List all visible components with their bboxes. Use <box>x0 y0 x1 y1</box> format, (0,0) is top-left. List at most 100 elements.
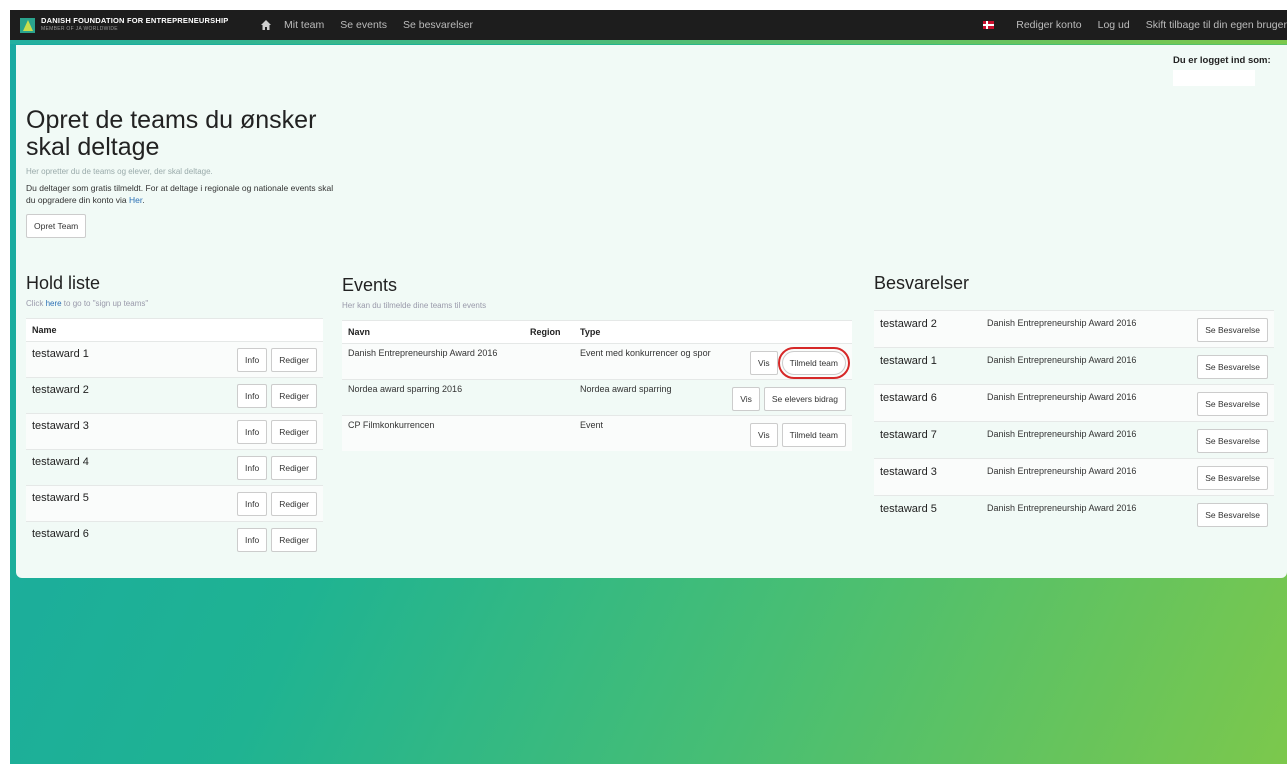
info-button[interactable]: Info <box>237 348 268 372</box>
besvarelser-section: Besvarelser testaward 2 Danish Entreprene… <box>874 273 1274 532</box>
view-answer-button[interactable]: Se Besvarelse <box>1197 429 1268 453</box>
answer-event: Danish Entrepreneurship Award 2016 <box>981 421 1175 459</box>
event-region <box>524 415 574 451</box>
events-section: Events Her kan du tilmelde dine teams ti… <box>342 275 852 451</box>
page-title: Opret de teams du ønsker skal deltage <box>26 106 317 161</box>
view-answer-button[interactable]: Se Besvarelse <box>1197 318 1268 342</box>
nav-log-ud[interactable]: Log ud <box>1098 19 1130 31</box>
logged-in-user <box>1173 70 1255 86</box>
column-header-region: Region <box>524 320 574 344</box>
event-type: Event <box>574 415 720 451</box>
besvarelser-table: testaward 2 Danish Entrepreneurship Award… <box>874 310 1274 532</box>
table-row: testaward 5 Danish Entrepreneurship Award… <box>874 495 1274 532</box>
answer-team: testaward 1 <box>874 347 981 385</box>
answer-team: testaward 6 <box>874 384 981 422</box>
logged-in-label: Du er logget ind som: <box>1173 55 1271 66</box>
upgrade-notice: Du deltager som gratis tilmeldt. For at … <box>26 183 334 205</box>
team-name: testaward 5 <box>26 485 151 522</box>
team-name: testaward 6 <box>26 521 151 557</box>
answer-team: testaward 3 <box>874 458 981 496</box>
logo-mark-icon <box>20 17 35 33</box>
upgrade-link[interactable]: Her <box>129 195 142 205</box>
brand-tagline: MEMBER OF JA WORLDWIDE <box>41 26 118 32</box>
answer-event: Danish Entrepreneurship Award 2016 <box>981 347 1175 385</box>
table-row: testaward 2 Info Rediger <box>26 377 323 414</box>
vis-button[interactable]: Vis <box>732 387 760 411</box>
view-answer-button[interactable]: Se Besvarelse <box>1197 503 1268 527</box>
answer-event: Danish Entrepreneurship Award 2016 <box>981 458 1175 496</box>
main-panel: Du er logget ind som: Opret de teams du … <box>16 45 1287 578</box>
nav-se-besvarelser[interactable]: Se besvarelser <box>403 19 473 31</box>
info-button[interactable]: Info <box>237 420 268 444</box>
table-row: testaward 5 Info Rediger <box>26 485 323 522</box>
table-row: testaward 6 Info Rediger <box>26 521 323 557</box>
team-list-hint: Click here to go to "sign up teams" <box>26 299 149 308</box>
vis-button[interactable]: Vis <box>750 351 778 375</box>
create-team-button[interactable]: Opret Team <box>26 214 87 238</box>
edit-button[interactable]: Rediger <box>271 456 317 480</box>
table-row: testaward 7 Danish Entrepreneurship Award… <box>874 421 1274 459</box>
column-header-name: Name <box>26 318 323 342</box>
navbar-accent-strip <box>10 40 1287 44</box>
table-row: testaward 3 Info Rediger <box>26 413 323 450</box>
answer-event: Danish Entrepreneurship Award 2016 <box>981 310 1175 348</box>
edit-button[interactable]: Rediger <box>271 528 317 552</box>
hero-section: Opret de teams du ønsker skal deltage He… <box>26 107 336 238</box>
team-name: testaward 1 <box>26 341 151 378</box>
edit-button[interactable]: Rediger <box>271 492 317 516</box>
sign-up-teams-link[interactable]: here <box>46 299 62 308</box>
table-row: testaward 1 Info Rediger <box>26 341 323 378</box>
team-table: Name testaward 1 Info Rediger testaward 2I… <box>26 318 323 557</box>
table-row: testaward 4 Info Rediger <box>26 449 323 486</box>
event-name: Nordea award sparring 2016 <box>342 379 524 416</box>
view-answer-button[interactable]: Se Besvarelse <box>1197 466 1268 490</box>
table-row: Danish Entrepreneurship Award 2016 Event… <box>342 343 852 380</box>
info-button[interactable]: Info <box>237 456 268 480</box>
answer-team: testaward 7 <box>874 421 981 459</box>
info-button[interactable]: Info <box>237 384 268 408</box>
team-list-section: Hold liste Click here to go to "sign up … <box>26 273 323 557</box>
team-list-title: Hold liste <box>26 273 101 293</box>
event-name: CP Filmkonkurrencen <box>342 415 524 451</box>
events-table: Navn Region Type Danish Entrepreneurship… <box>342 320 852 451</box>
event-region <box>524 343 574 380</box>
info-button[interactable]: Info <box>237 492 268 516</box>
answer-event: Danish Entrepreneurship Award 2016 <box>981 495 1175 532</box>
events-title: Events <box>342 275 398 295</box>
edit-button[interactable]: Rediger <box>271 420 317 444</box>
team-name: testaward 4 <box>26 449 151 486</box>
answer-team: testaward 5 <box>874 495 981 532</box>
edit-button[interactable]: Rediger <box>271 384 317 408</box>
event-type: Event med konkurrencer og spor <box>574 343 720 380</box>
nav-mit-team[interactable]: Mit team <box>284 19 324 31</box>
column-header-type: Type <box>574 320 720 344</box>
table-row: testaward 3 Danish Entrepreneurship Award… <box>874 458 1274 496</box>
event-type: Nordea award sparring <box>574 379 720 416</box>
events-hint: Her kan du tilmelde dine teams til event… <box>342 301 487 310</box>
signup-team-button[interactable]: Tilmeld team <box>781 423 846 447</box>
view-answer-button[interactable]: Se Besvarelse <box>1197 355 1268 379</box>
page-subtitle: Her opretter du de teams og elever, der … <box>26 167 213 176</box>
home-icon[interactable] <box>260 19 272 31</box>
signup-team-button[interactable]: Tilmeld team <box>777 347 851 379</box>
answer-team: testaward 2 <box>874 310 981 348</box>
team-name: testaward 3 <box>26 413 151 450</box>
brand-logo[interactable]: DANISH FOUNDATION FOR ENTREPRENEURSHIP M… <box>20 16 240 34</box>
brand-name: DANISH FOUNDATION FOR ENTREPRENEURSHIP <box>41 16 229 25</box>
team-name: testaward 2 <box>26 377 151 414</box>
besvarelser-title: Besvarelser <box>874 273 970 293</box>
table-row: testaward 2 Danish Entrepreneurship Award… <box>874 310 1274 348</box>
view-student-contributions-button[interactable]: Se elevers bidrag <box>763 387 846 411</box>
info-button[interactable]: Info <box>237 528 268 552</box>
nav-skift-bruger[interactable]: Skift tilbage til din egen bruger <box>1146 19 1287 31</box>
event-name: Danish Entrepreneurship Award 2016 <box>342 343 524 380</box>
nav-se-events[interactable]: Se events <box>340 19 387 31</box>
edit-button[interactable]: Rediger <box>271 348 317 372</box>
table-row: Nordea award sparring 2016 Nordea award … <box>342 379 852 416</box>
event-region <box>524 379 574 416</box>
vis-button[interactable]: Vis <box>750 423 778 447</box>
view-answer-button[interactable]: Se Besvarelse <box>1197 392 1268 416</box>
column-header-navn: Navn <box>342 320 524 344</box>
nav-rediger-konto[interactable]: Rediger konto <box>1016 19 1081 31</box>
danish-flag-icon[interactable] <box>983 21 995 29</box>
